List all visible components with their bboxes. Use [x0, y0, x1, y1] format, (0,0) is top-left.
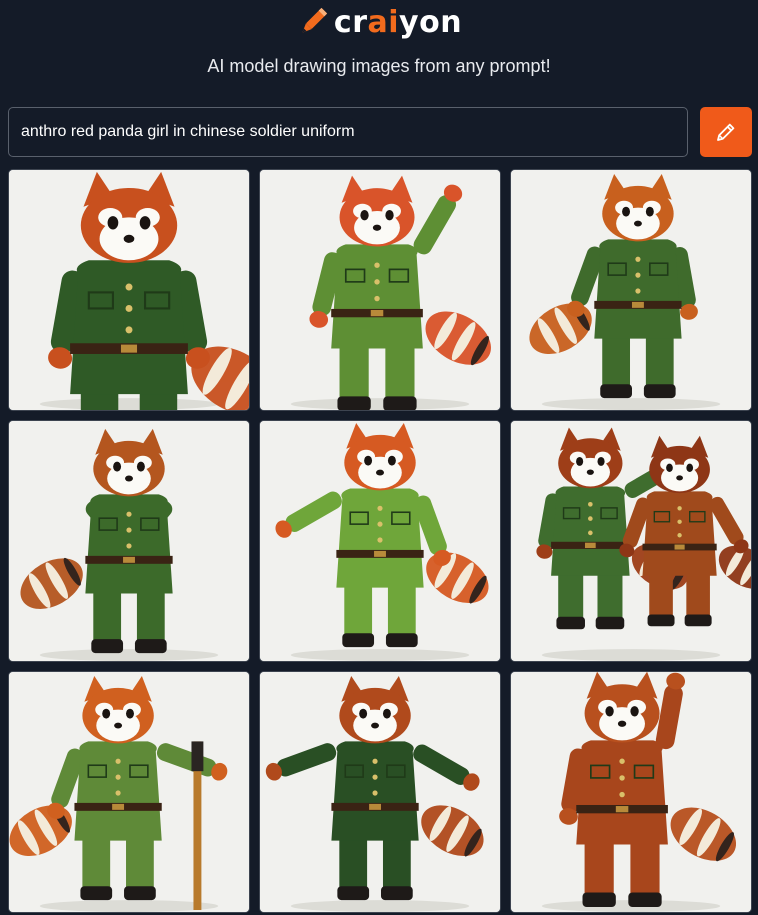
generated-image-5[interactable]: [259, 420, 501, 662]
generated-image-2[interactable]: [259, 169, 501, 411]
tagline: AI model drawing images from any prompt!: [207, 56, 551, 76]
red-panda-illustration: [9, 421, 249, 661]
red-panda-illustration: [511, 170, 751, 410]
image-grid: [8, 169, 752, 913]
generated-image-8[interactable]: [259, 671, 501, 913]
red-panda-illustration: [260, 421, 500, 661]
prompt-text: anthro red panda girl in chinese soldier…: [21, 123, 355, 140]
generated-image-6[interactable]: [510, 420, 752, 662]
generated-image-1[interactable]: [8, 169, 250, 411]
pencil-icon: [296, 5, 330, 39]
generated-image-4[interactable]: [8, 420, 250, 662]
prompt-bar: anthro red panda girl in chinese soldier…: [8, 107, 752, 157]
craiyon-logo[interactable]: craiyon: [296, 5, 462, 40]
generated-image-7[interactable]: [8, 671, 250, 913]
header: craiyon: [0, 0, 758, 44]
red-panda-illustration: [9, 170, 249, 410]
draw-button[interactable]: [700, 107, 752, 157]
prompt-input[interactable]: anthro red panda girl in chinese soldier…: [8, 107, 688, 157]
red-panda-illustration: [511, 672, 751, 912]
pencil-icon: [717, 123, 735, 141]
generated-image-9[interactable]: [510, 671, 752, 913]
red-panda-illustration: [511, 421, 751, 661]
red-panda-illustration: [260, 672, 500, 912]
red-panda-illustration: [260, 170, 500, 410]
generated-image-3[interactable]: [510, 169, 752, 411]
red-panda-illustration: [9, 672, 249, 912]
brand-name: craiyon: [333, 4, 463, 40]
